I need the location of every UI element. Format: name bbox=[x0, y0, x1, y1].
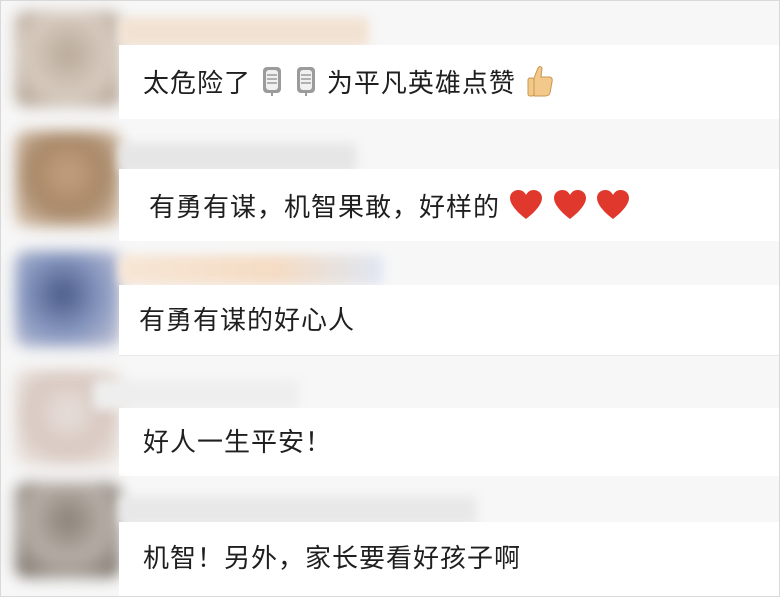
comment-item: 有勇有谋的好心人 bbox=[1, 237, 779, 355]
avatar[interactable] bbox=[15, 251, 121, 347]
comment-item: 太危险了 为平凡英雄点赞 bbox=[1, 1, 779, 119]
comment-item: 有勇有谋，机智果敢，好样的 bbox=[1, 119, 779, 241]
avatar[interactable] bbox=[15, 131, 121, 227]
microphone-icon bbox=[260, 65, 284, 104]
heart-icon bbox=[553, 189, 587, 228]
username[interactable] bbox=[119, 255, 383, 285]
comment-list: 太危险了 为平凡英雄点赞 有勇有谋，机智果敢，好样的 有勇有谋的好心人 好人一生… bbox=[0, 0, 780, 597]
avatar[interactable] bbox=[15, 482, 121, 578]
comment-item: 机智！另外，家长要看好孩子啊 bbox=[1, 476, 779, 596]
comment-text: 太危险了 为平凡英雄点赞 bbox=[143, 64, 555, 105]
comment-text: 好人一生平安！ bbox=[143, 428, 332, 458]
comment-text: 有勇有谋，机智果敢，好样的 bbox=[149, 189, 630, 228]
microphone-icon bbox=[294, 65, 318, 104]
comment-text-part: 太危险了 bbox=[143, 69, 252, 99]
comment-text-part: 有勇有谋的好心人 bbox=[139, 306, 356, 336]
comment-text-part: 好人一生平安！ bbox=[143, 428, 333, 458]
comment-text-part: 机智！另外，家长要看好孩子啊 bbox=[143, 544, 522, 574]
avatar[interactable] bbox=[15, 11, 121, 107]
comment-text-part: 为平凡英雄点赞 bbox=[326, 69, 516, 99]
heart-icon bbox=[509, 189, 543, 228]
comment-text-part: 有勇有谋，机智果敢，好样的 bbox=[149, 193, 501, 223]
username[interactable] bbox=[93, 380, 299, 410]
comment-item: 好人一生平安！ bbox=[1, 356, 779, 476]
username[interactable] bbox=[119, 17, 369, 47]
thumbs-up-icon bbox=[525, 64, 555, 105]
heart-icon bbox=[596, 189, 630, 228]
comment-text: 机智！另外，家长要看好孩子啊 bbox=[143, 544, 521, 574]
comment-text: 有勇有谋的好心人 bbox=[139, 306, 355, 336]
